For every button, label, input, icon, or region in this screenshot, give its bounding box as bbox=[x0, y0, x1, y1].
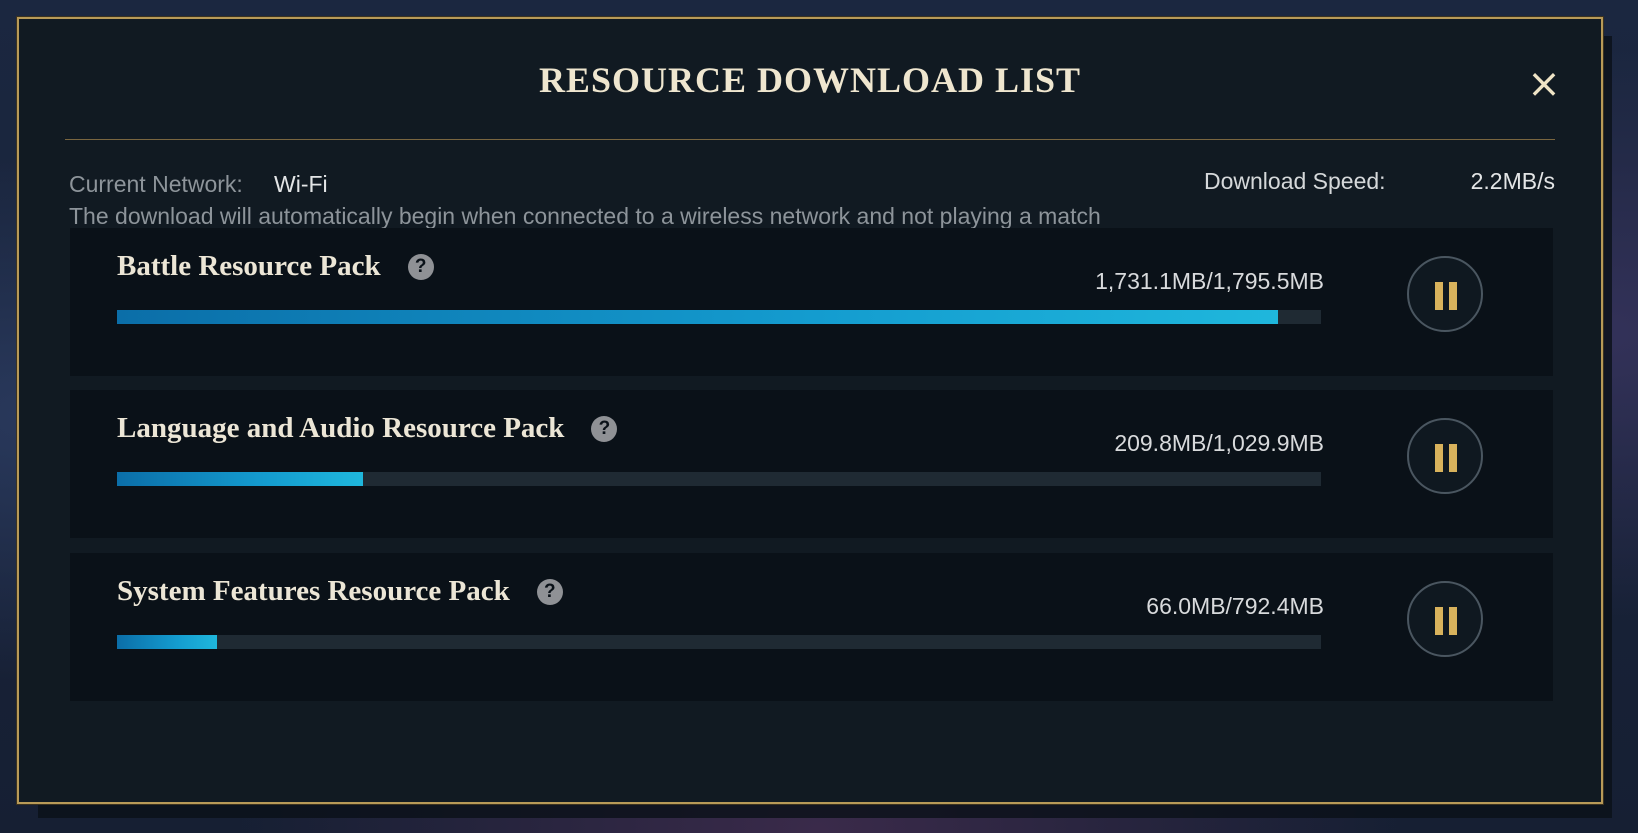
help-icon[interactable]: ? bbox=[407, 253, 434, 280]
resource-pack-system-features: System Features Resource Pack ? 66.0MB/7… bbox=[70, 553, 1553, 701]
progress-bar bbox=[117, 472, 1321, 486]
help-icon[interactable]: ? bbox=[591, 415, 618, 442]
progress-fill bbox=[117, 310, 1278, 324]
pack-title: Battle Resource Pack ? bbox=[117, 250, 434, 283]
pack-title: Language and Audio Resource Pack ? bbox=[117, 412, 618, 445]
progress-fill bbox=[117, 472, 363, 486]
pack-size: 66.0MB/792.4MB bbox=[1146, 593, 1324, 619]
pack-size: 209.8MB/1,029.9MB bbox=[1114, 430, 1324, 456]
pause-button[interactable] bbox=[1407, 418, 1483, 494]
auto-download-note: The download will automatically begin wh… bbox=[69, 203, 1101, 229]
pause-button[interactable] bbox=[1407, 256, 1483, 332]
download-speed-value: 2.2MB/s bbox=[1470, 168, 1555, 194]
pack-name: Battle Resource Pack bbox=[117, 250, 381, 282]
pack-title: System Features Resource Pack ? bbox=[117, 575, 563, 608]
pack-name: System Features Resource Pack bbox=[117, 575, 510, 607]
resource-download-dialog: RESOURCE DOWNLOAD LIST × Current Network… bbox=[17, 17, 1603, 804]
progress-fill bbox=[117, 635, 217, 649]
header-divider bbox=[65, 139, 1555, 140]
resource-pack-battle: Battle Resource Pack ? 1,731.1MB/1,795.5… bbox=[70, 228, 1553, 376]
pack-name: Language and Audio Resource Pack bbox=[117, 412, 565, 444]
progress-bar bbox=[117, 635, 1321, 649]
network-label: Current Network: bbox=[69, 171, 243, 197]
progress-bar bbox=[117, 310, 1321, 324]
pause-button[interactable] bbox=[1407, 581, 1483, 657]
help-icon[interactable]: ? bbox=[536, 578, 563, 605]
close-icon[interactable]: × bbox=[1519, 59, 1569, 109]
resource-pack-language-audio: Language and Audio Resource Pack ? 209.8… bbox=[70, 390, 1553, 538]
dialog-title: RESOURCE DOWNLOAD LIST bbox=[538, 60, 1082, 100]
network-value: Wi-Fi bbox=[274, 171, 328, 197]
pack-size: 1,731.1MB/1,795.5MB bbox=[1095, 268, 1324, 294]
download-speed-label: Download Speed: bbox=[1204, 168, 1386, 194]
